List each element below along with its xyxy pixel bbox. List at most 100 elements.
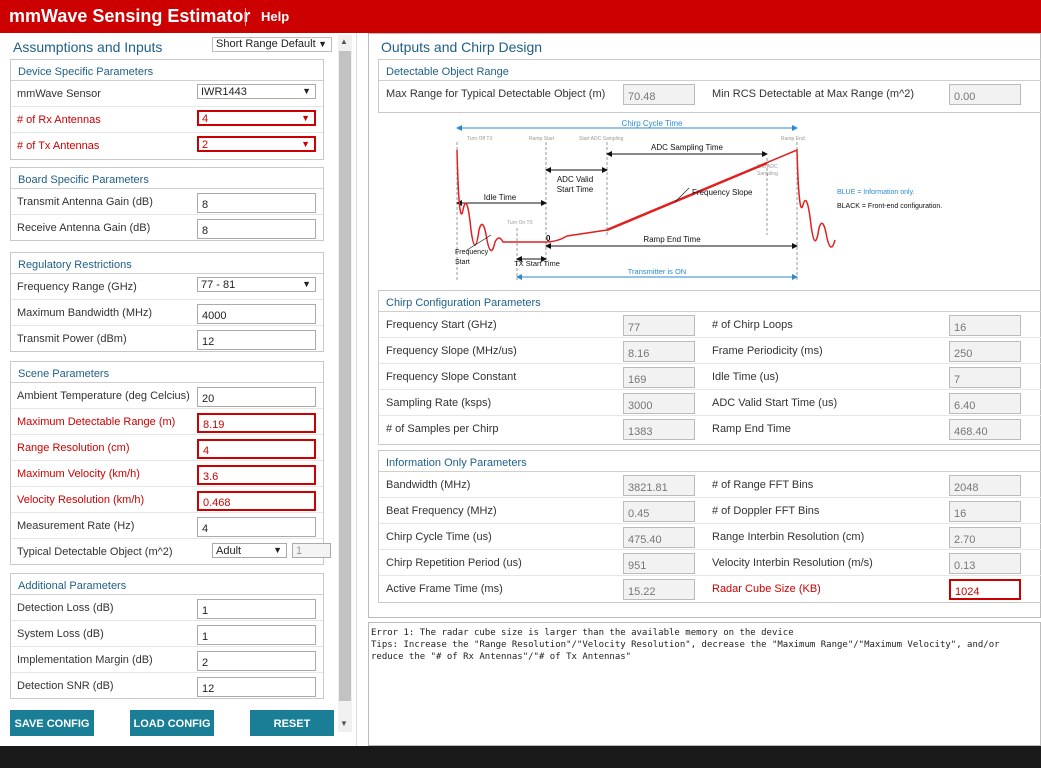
detection-loss-row: Detection Loss (dB) 1 bbox=[11, 595, 323, 621]
transmit-power-input[interactable]: 12 bbox=[197, 330, 316, 350]
field-label: Measurement Rate (Hz) bbox=[17, 520, 135, 532]
output-value: 250 bbox=[949, 341, 1021, 362]
chevron-down-icon: ▼ bbox=[301, 139, 310, 149]
output-value: 475.40 bbox=[623, 527, 695, 548]
range-resolution-row: Range Resolution (cm) 4 bbox=[11, 435, 323, 461]
info-section: Information Only Parameters Bandwidth (M… bbox=[378, 450, 1041, 603]
turn-off-tx-label: Turn Off TX bbox=[467, 136, 493, 142]
tx-antennas-select[interactable]: 2 ▼ bbox=[197, 136, 316, 152]
field-label: Frequency Slope Constant bbox=[386, 371, 517, 383]
field-label: System Loss (dB) bbox=[17, 628, 104, 640]
detection-snr-row: Detection SNR (dB) 12 bbox=[11, 673, 323, 699]
output-value: 16 bbox=[949, 501, 1021, 522]
freq-start-sub-label: Start bbox=[455, 259, 470, 266]
tx-on-label: Transmitter is ON bbox=[628, 267, 686, 276]
object-rcs-field: 1 bbox=[292, 543, 331, 558]
rx-gain-input[interactable]: 8 bbox=[197, 219, 316, 239]
output-row: Frequency Start (GHz) 77 # of Chirp Loops 1… bbox=[379, 312, 1041, 338]
section-title: Regulatory Restrictions bbox=[11, 253, 323, 274]
tx-antennas-row: # of Tx Antennas 2 ▼ bbox=[11, 133, 323, 159]
field-label: Idle Time (us) bbox=[712, 371, 779, 383]
frequency-range-row: Frequency Range (GHz) 77 - 81 ▼ bbox=[11, 274, 323, 300]
max-range-input[interactable]: 8.19 bbox=[197, 413, 316, 433]
output-value: 2.70 bbox=[949, 527, 1021, 548]
field-label: Frequency Start (GHz) bbox=[386, 319, 497, 331]
end-adc-sampling-label: Sampling bbox=[757, 171, 778, 177]
adc-valid-label: ADC Valid bbox=[557, 175, 593, 184]
output-value: 2048 bbox=[949, 475, 1021, 496]
field-label: Max Range for Typical Detectable Object … bbox=[386, 88, 606, 100]
sensor-select[interactable]: IWR1443 ▼ bbox=[197, 84, 316, 99]
device-section: Device Specific Parameters mmWave Sensor… bbox=[10, 59, 324, 160]
implementation-margin-input[interactable]: 2 bbox=[197, 651, 316, 671]
output-row: Sampling Rate (ksps) 3000 ADC Valid Start … bbox=[379, 390, 1041, 416]
field-label: Transmit Power (dBm) bbox=[17, 333, 127, 345]
save-config-button[interactable]: SAVE CONFIG bbox=[10, 710, 94, 736]
output-value: 3821.81 bbox=[623, 475, 695, 496]
panel-title: Assumptions and Inputs bbox=[13, 39, 163, 55]
section-title: Device Specific Parameters bbox=[11, 60, 323, 81]
assumptions-panel: Assumptions and Inputs Short Range Defau… bbox=[0, 33, 352, 746]
field-label: Sampling Rate (ksps) bbox=[386, 397, 492, 409]
max-velocity-input[interactable]: 3.6 bbox=[197, 465, 316, 485]
message-console[interactable]: Error 1: The radar cube size is larger t… bbox=[368, 622, 1041, 746]
temperature-input[interactable]: 20 bbox=[197, 387, 316, 407]
output-row: # of Samples per Chirp 1383 Ramp End Time 4… bbox=[379, 416, 1041, 442]
chevron-down-icon: ▼ bbox=[318, 39, 327, 49]
chevron-down-icon: ▼ bbox=[273, 545, 282, 555]
section-title: Chirp Configuration Parameters bbox=[379, 291, 1041, 312]
measurement-rate-row: Measurement Rate (Hz) 4 bbox=[11, 513, 323, 539]
field-label: Detection SNR (dB) bbox=[17, 680, 114, 692]
detection-snr-input[interactable]: 12 bbox=[197, 677, 316, 697]
field-label: Typical Detectable Object (m^2) bbox=[17, 546, 173, 558]
output-value: 77 bbox=[623, 315, 695, 336]
field-label: # of Tx Antennas bbox=[17, 140, 100, 152]
output-value: 3000 bbox=[623, 393, 695, 414]
scroll-up-icon[interactable]: ▲ bbox=[340, 37, 348, 46]
chirp-diagram: Chirp Cycle Time Turn Off TX Ramp Start … bbox=[455, 120, 942, 280]
field-label: Range Resolution (cm) bbox=[17, 442, 130, 454]
board-section: Board Specific Parameters Transmit Anten… bbox=[10, 167, 324, 241]
idle-time-label: Idle Time bbox=[484, 193, 517, 202]
measurement-rate-input[interactable]: 4 bbox=[197, 517, 316, 537]
field-label: Min RCS Detectable at Max Range (m^2) bbox=[712, 88, 915, 100]
ramp-start-label: Ramp Start bbox=[529, 136, 555, 142]
system-loss-input[interactable]: 1 bbox=[197, 625, 316, 645]
regulatory-section: Regulatory Restrictions Frequency Range … bbox=[10, 252, 324, 352]
velocity-resolution-input[interactable]: 0.468 bbox=[197, 491, 316, 511]
rx-gain-row: Receive Antenna Gain (dB) 8 bbox=[11, 215, 323, 241]
chevron-down-icon: ▼ bbox=[302, 279, 311, 289]
output-row: Frequency Slope (MHz/us) 8.16 Frame Period… bbox=[379, 338, 1041, 364]
preset-select[interactable]: Short Range Default ▼ bbox=[212, 37, 332, 52]
detectable-object-row: Typical Detectable Object (m^2) Adult ▼ 1 bbox=[11, 539, 331, 565]
tx-start-label: TX Start Time bbox=[514, 259, 560, 268]
section-title: Scene Parameters bbox=[11, 362, 323, 383]
frequency-range-select[interactable]: 77 - 81 ▼ bbox=[197, 277, 316, 292]
rx-antennas-select[interactable]: 4 ▼ bbox=[197, 110, 316, 126]
scrollbar-thumb[interactable] bbox=[339, 51, 351, 701]
detection-loss-input[interactable]: 1 bbox=[197, 599, 316, 619]
load-config-button[interactable]: LOAD CONFIG bbox=[130, 710, 214, 736]
output-row: Frequency Slope Constant 169 Idle Time (us… bbox=[379, 364, 1041, 390]
field-label: Ambient Temperature (deg Celcius) bbox=[17, 390, 190, 402]
scroll-down-icon[interactable]: ▼ bbox=[340, 719, 348, 728]
adc-valid-start-label: Start Time bbox=[557, 185, 594, 194]
tx-gain-input[interactable]: 8 bbox=[197, 193, 316, 213]
range-resolution-input[interactable]: 4 bbox=[197, 439, 316, 459]
output-row: Active Frame Time (ms) 15.22 Radar Cube Si… bbox=[379, 576, 1041, 602]
object-type-select[interactable]: Adult ▼ bbox=[212, 543, 287, 558]
system-loss-row: System Loss (dB) 1 bbox=[11, 621, 323, 647]
field-label: # of Chirp Loops bbox=[712, 319, 793, 331]
ramp-end-time-label: Ramp End Time bbox=[643, 235, 701, 244]
help-menu[interactable]: Help bbox=[261, 9, 289, 24]
output-row: Chirp Cycle Time (us) 475.40 Range Interbi… bbox=[379, 524, 1041, 550]
field-label: mmWave Sensor bbox=[17, 88, 101, 100]
left-scrollbar[interactable]: ▲ ▼ bbox=[338, 35, 352, 732]
chirp-config-section: Chirp Configuration Parameters Frequency… bbox=[378, 290, 1041, 445]
scene-section: Scene Parameters Ambient Temperature (de… bbox=[10, 361, 331, 565]
output-value: 0.45 bbox=[623, 501, 695, 522]
temperature-row: Ambient Temperature (deg Celcius) 20 bbox=[11, 383, 323, 409]
bandwidth-input[interactable]: 4000 bbox=[197, 304, 316, 324]
additional-section: Additional Parameters Detection Loss (dB… bbox=[10, 573, 324, 699]
reset-button[interactable]: RESET bbox=[250, 710, 334, 736]
